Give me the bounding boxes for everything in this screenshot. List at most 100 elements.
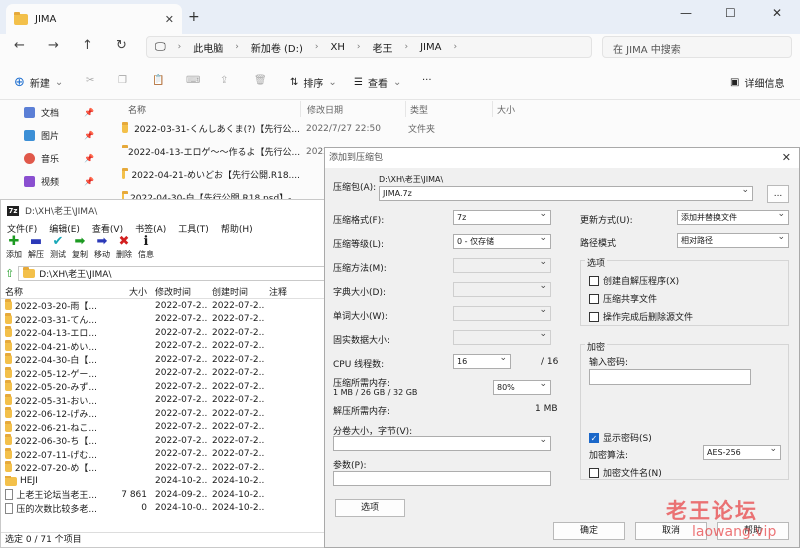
up-icon[interactable]: ↑ [82,38,93,53]
back-icon[interactable]: ← [14,38,25,53]
close-icon[interactable]: ✕ [782,148,791,168]
table-row[interactable]: 压的次数比较多老... 0 2024-10-0... 2024-10-2... [1,502,329,516]
folder-icon [5,476,17,486]
split-size-combo[interactable] [333,434,551,451]
sidebar-item-pictures[interactable]: 图片 📌 [0,124,100,147]
sfx-checkbox[interactable]: 创建自解压程序(X) [589,274,679,287]
cell-modified: 2022-07-2... [155,435,208,446]
sort-button[interactable]: ⇅ 排序 ⌄ [290,75,337,90]
menu-tools[interactable]: 工具(T) [178,222,209,235]
shared-files-checkbox[interactable]: 压缩共享文件 [589,292,657,305]
table-row[interactable]: 2022-05-31-おい... 2022-07-2... 2022-07-2... [1,393,329,408]
maximize-icon[interactable]: ☐ [725,6,736,20]
column-name[interactable]: 名称 [104,103,300,116]
delete-icon[interactable]: 🗑 [254,75,267,86]
move-icon: ➡ [96,234,108,249]
table-row[interactable]: 2022-06-21-ねこ... 2022-07-2... 2022-07-2... [1,420,329,435]
update-select[interactable]: 添加并替换文件 [677,208,789,225]
add-button[interactable]: ✚ 添加 [4,235,24,265]
new-button[interactable]: ⊕ 新建 ⌄ [14,75,63,90]
share-icon[interactable]: ⇪ [220,75,228,86]
table-row[interactable]: 2022-04-30-白【... 2022-07-2... 2022-07-2... [1,353,329,367]
close-tab-icon[interactable]: ✕ [165,13,174,26]
search-input[interactable]: 在 JIMA 中搜索 [602,36,792,58]
path-input[interactable]: D:\XH\老王\JIMA\ [18,266,325,281]
table-row[interactable]: 2022-04-21-めい... 2022-07-2... 2022-07-2... [1,339,329,354]
column-date[interactable]: 修改日期 [301,103,405,116]
paste-icon[interactable]: 📋 [152,75,164,86]
minimize-icon[interactable]: — [680,6,692,20]
cell-created: 2022-07-2... [212,381,265,392]
forward-icon[interactable]: → [48,38,59,53]
details-button[interactable]: ▣ 详细信息 [730,75,784,90]
table-row[interactable]: HEJI 2024-10-2... 2024-10-2... [1,475,329,489]
move-button[interactable]: ➡ 移动 [92,235,112,265]
close-window-icon[interactable]: ✕ [772,6,782,20]
breadcrumb-item[interactable]: 新加卷 (D:) [251,40,303,55]
password-input[interactable] [589,369,751,385]
cpu-select[interactable]: 16 [453,352,511,369]
refresh-icon[interactable]: ↻ [116,38,127,53]
encrypt-names-checkbox[interactable]: 加密文件名(N) [589,466,662,479]
new-tab-icon[interactable]: + [188,9,200,25]
breadcrumb-item[interactable]: 老王 [372,40,392,55]
table-row[interactable]: 2022-06-12-げみ... 2022-07-2... 2022-07-2... [1,407,329,421]
breadcrumb-item[interactable]: JIMA [420,42,441,53]
column-note[interactable]: 注释 [265,285,325,298]
column-created[interactable]: 创建时间 [208,285,265,298]
delete-after-checkbox[interactable]: 操作完成后删除源文件 [589,310,693,323]
table-row[interactable]: 2022-05-12-ゲー... 2022-07-2... 2022-07-2... [1,366,329,381]
browse-button[interactable]: ... [767,185,789,203]
format-select[interactable]: 7z [453,208,551,225]
show-password-checkbox[interactable]: ✓ 显示密码(S) [589,431,652,444]
test-button[interactable]: ✔ 测试 [48,235,68,265]
breadcrumb-item[interactable]: 此电脑 [193,40,223,55]
extract-button[interactable]: ▬ 解压 [26,235,46,265]
table-row[interactable]: 2022-07-20-め【... 2022-07-2... 2022-07-2... [1,461,329,475]
archive-name-combo[interactable]: JIMA.7z [379,184,753,201]
view-button[interactable]: ☰ 查看 ⌄ [354,75,401,90]
list-item[interactable]: 2022-03-31-くんしあくま(?)【先行公... 2022/7/27 22… [104,117,800,140]
column-modified[interactable]: 修改时间 [151,285,208,298]
menu-help[interactable]: 帮助(H) [221,222,253,235]
table-row[interactable]: 2022-03-20-雨【... 2022-07-2... 2022-07-2... [1,299,329,313]
table-row[interactable]: 2022-04-13-エロ... 2022-07-2... 2022-07-2... [1,326,329,340]
table-row[interactable]: 2022-03-31-てん... 2022-07-2... 2022-07-2... [1,312,329,327]
address-bar[interactable]: 🖵 › 此电脑 › 新加卷 (D:) › XH › 老王 › JIMA › [146,36,592,58]
table-row[interactable]: 2022-05-20-みず... 2022-07-2... 2022-07-2... [1,380,329,394]
menu-view[interactable]: 查看(V) [92,222,123,235]
menu-bookmarks[interactable]: 书签(A) [135,222,166,235]
info-button[interactable]: ℹ 信息 [136,235,156,265]
cut-icon[interactable]: ✂ [86,75,94,86]
menu-file[interactable]: 文件(F) [7,222,37,235]
column-size[interactable]: 大小 [97,285,151,298]
copy-button[interactable]: ➡ 复制 [70,235,90,265]
table-row[interactable]: 上老王论坛当老王... 7 861 2024-09-2... 2024-10-2... [1,488,329,502]
breadcrumb-item[interactable]: XH [331,42,345,53]
table-row[interactable]: 2022-06-30-ち【... 2022-07-2... 2022-07-2... [1,434,329,448]
pathmode-select[interactable]: 相对路径 [677,231,789,248]
table-row[interactable]: 2022-07-11-げむ... 2022-07-2... 2022-07-2... [1,447,329,462]
rename-icon[interactable]: ⌨ [186,75,200,86]
folder-icon [23,267,36,278]
ok-button[interactable]: 确定 [553,522,625,540]
column-name[interactable]: 名称 [1,285,97,298]
sidebar-item-music[interactable]: 音乐 📌 [0,147,100,170]
delete-button[interactable]: ✖ 删除 [114,235,134,265]
sidebar-item-videos[interactable]: 视频 📌 [0,170,100,193]
details-pane-icon: ▣ [730,77,740,88]
params-input[interactable] [333,471,551,486]
column-size[interactable]: 大小 [493,103,553,116]
tab-jima[interactable]: JIMA ✕ [6,4,182,34]
more-button[interactable]: ··· [422,75,432,86]
level-select[interactable]: 0 - 仅存储 [453,232,551,249]
enc-method-select[interactable]: AES-256 [703,443,781,460]
solid-select [453,328,551,345]
copy-icon[interactable]: ❐ [118,75,127,86]
column-type[interactable]: 类型 [406,103,492,116]
sidebar-item-documents[interactable]: 文档 📌 [0,101,100,124]
up-folder-icon[interactable]: ⇧ [5,267,14,280]
menu-edit[interactable]: 编辑(E) [49,222,80,235]
mem-usage-select[interactable]: 80% [493,378,551,395]
options-button[interactable]: 选项 [335,499,405,517]
